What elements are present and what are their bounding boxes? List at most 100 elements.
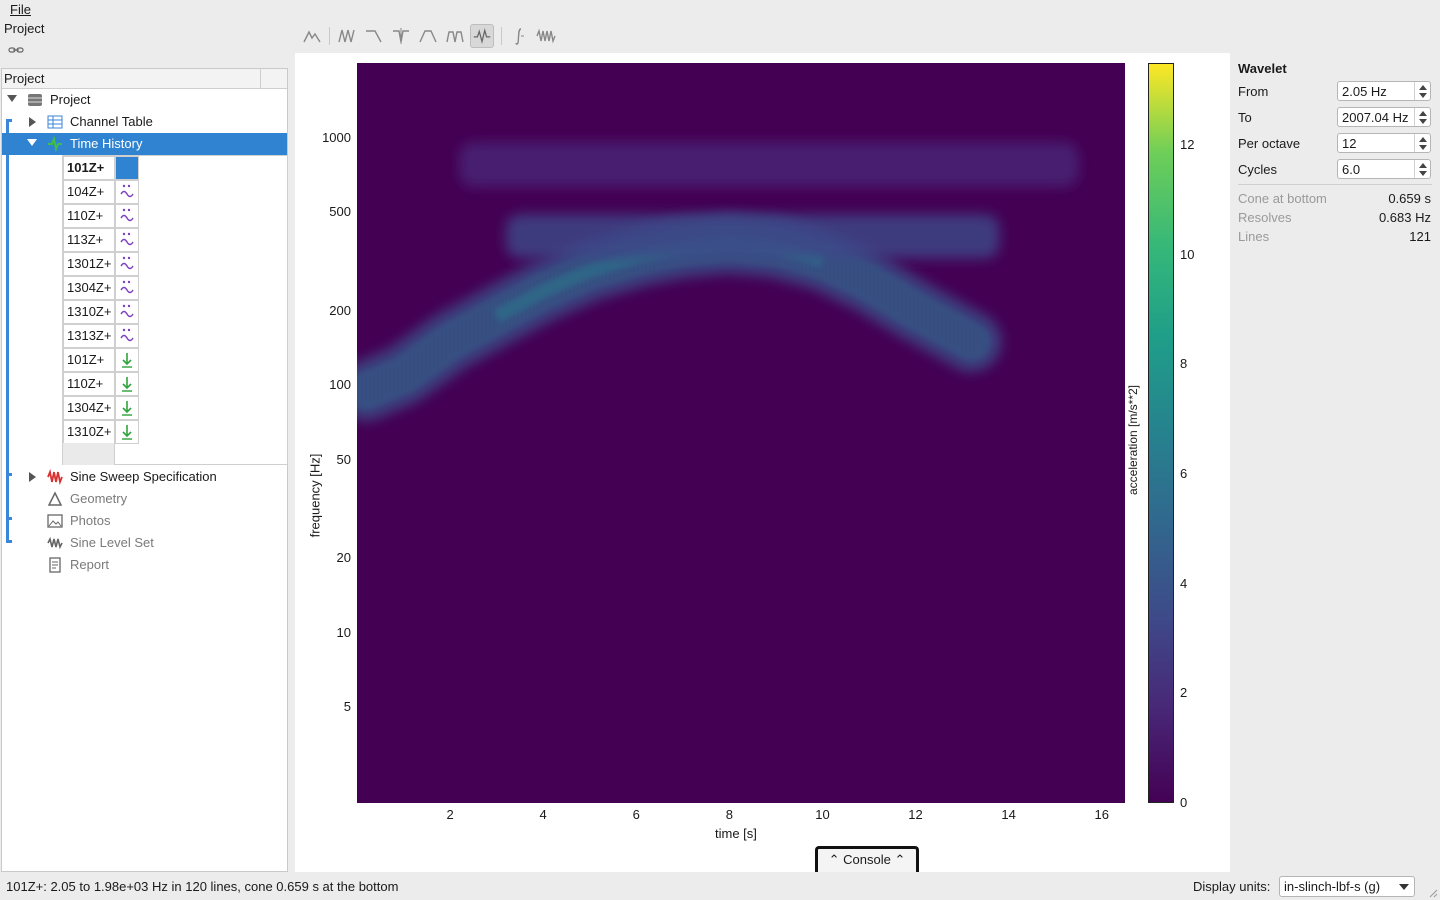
to-spinbox[interactable]: 2007.04 Hz [1337,107,1431,127]
force-arrow-icon[interactable] [115,372,139,396]
per-octave-spinbox[interactable]: 12 [1337,133,1431,153]
channel-list: 101Z+ 104Z+ 110Z+ 113Z+ 1301Z+ 1304Z+ 1310Z+ 13… [62,155,288,465]
spin-arrows[interactable] [1414,160,1430,178]
channel-row[interactable]: 101Z+ [63,156,140,180]
x-tick-label: 6 [632,807,640,822]
expand-arrow-icon[interactable] [27,139,37,146]
database-icon [28,94,42,106]
channel-row[interactable]: 1313Z+ [63,324,140,348]
menu-file[interactable]: File [10,2,31,17]
table-icon [47,115,63,129]
tree-item-sine-level-set[interactable]: Sine Level Set [2,532,287,554]
spectrogram-heatmap[interactable] [357,63,1125,803]
cycles-spinbox[interactable]: 6.0 [1337,159,1431,179]
tree-item-photos[interactable]: Photos [2,510,287,532]
display-units-select[interactable]: in-slinch-lbf-s (g) [1279,876,1415,897]
channel-row[interactable]: 1304Z+ [63,396,140,420]
cycles-value: 6.0 [1342,162,1361,177]
channel-name[interactable]: 1310Z+ [63,420,115,444]
multiband-tool-icon[interactable] [443,24,467,48]
peak-tool-icon[interactable] [300,24,324,48]
time-history-icon [48,136,62,152]
display-units-label: Display units: [1193,879,1271,894]
arrow-up-icon[interactable] [1419,85,1427,90]
spin-arrows[interactable] [1414,134,1430,152]
tree-item-channel-table[interactable]: Channel Table [2,111,287,133]
channel-name[interactable]: 1304Z+ [63,396,115,420]
spin-arrows[interactable] [1414,82,1430,100]
channel-name[interactable]: 1301Z+ [63,252,115,276]
spin-arrows[interactable] [1414,108,1430,126]
channel-name[interactable]: 101Z+ [63,156,115,180]
channel-row[interactable]: 104Z+ [63,180,140,204]
wavelet-tool-icon[interactable] [470,24,494,48]
force-arrow-icon[interactable] [115,420,139,444]
expand-arrow-icon[interactable] [29,117,36,127]
channel-name[interactable]: 1304Z+ [63,276,115,300]
x-tick-label: 4 [539,807,547,822]
force-arrow-icon[interactable] [115,396,139,420]
bandpass-tool-icon[interactable] [416,24,440,48]
y-tick-label: 20 [336,550,351,566]
column-divider[interactable] [260,69,261,89]
arrow-down-icon[interactable] [1419,119,1427,124]
chevron-down-icon [1399,884,1409,890]
channel-name[interactable]: 101Z+ [63,348,115,372]
geometry-icon [47,491,63,506]
channel-name[interactable]: 104Z+ [63,180,115,204]
envelope-tool-icon[interactable] [335,24,359,48]
integrate-tool-icon[interactable] [507,24,531,48]
sine-tool-icon[interactable] [534,24,558,48]
channel-name[interactable]: 1310Z+ [63,300,115,324]
tree-item-label: Sine Sweep Specification [70,469,217,484]
wavelet-divider [1238,184,1432,185]
arrow-down-icon[interactable] [1419,93,1427,98]
arrow-up-icon[interactable] [1419,137,1427,142]
force-arrow-icon[interactable] [115,348,139,372]
tree-item-project[interactable]: Project [2,89,287,111]
tree-item-label: Project [50,92,91,107]
arrow-down-icon[interactable] [1419,145,1427,150]
x-tick-label: 14 [1001,807,1016,822]
tree-item-geometry[interactable]: Geometry [2,488,287,510]
channel-row[interactable]: 1304Z+ [63,276,140,300]
waveform-icon[interactable] [115,180,139,204]
dock-title: Project [4,21,45,36]
waveform-icon[interactable] [115,276,139,300]
tree-item-time-history[interactable]: Time History [2,133,287,155]
channel-row[interactable]: 1301Z+ [63,252,140,276]
from-spinbox[interactable]: 2.05 Hz [1337,81,1431,101]
resize-grip-icon[interactable] [1428,888,1438,898]
waveform-icon[interactable] [115,228,139,252]
arrow-down-icon[interactable] [1419,171,1427,176]
waveform-icon[interactable] [115,252,139,276]
channel-name[interactable]: 113Z+ [63,228,115,252]
link-icon[interactable] [8,44,24,56]
arrow-up-icon[interactable] [1419,163,1427,168]
ridge-upper-band [459,142,1079,187]
selected-channel-icon[interactable] [115,156,139,180]
channel-row[interactable]: 113Z+ [63,228,140,252]
channel-name[interactable]: 110Z+ [63,372,115,396]
notch-tool-icon[interactable] [389,24,413,48]
channel-row[interactable]: 110Z+ [63,204,140,228]
lowpass-tool-icon[interactable] [362,24,386,48]
x-tick-label: 16 [1094,807,1109,822]
channel-name[interactable]: 1313Z+ [63,324,115,348]
arrow-up-icon[interactable] [1419,111,1427,116]
channel-row[interactable]: 101Z+ [63,348,140,372]
resolves-value: 0.683 Hz [1378,210,1431,225]
tree-item-sine-sweep[interactable]: Sine Sweep Specification [2,466,287,488]
console-toggle-button[interactable]: ⌃ Console ⌃ [815,846,919,872]
cone-value: 0.659 s [1388,191,1431,206]
expand-arrow-icon[interactable] [29,472,36,482]
tree-item-report[interactable]: Report [2,554,287,576]
waveform-icon[interactable] [115,204,139,228]
channel-name[interactable]: 110Z+ [63,204,115,228]
channel-row[interactable]: 110Z+ [63,372,140,396]
expand-arrow-icon[interactable] [7,95,17,102]
waveform-icon[interactable] [115,300,139,324]
channel-row[interactable]: 1310Z+ [63,300,140,324]
waveform-icon[interactable] [115,324,139,348]
channel-row[interactable]: 1310Z+ [63,420,140,444]
